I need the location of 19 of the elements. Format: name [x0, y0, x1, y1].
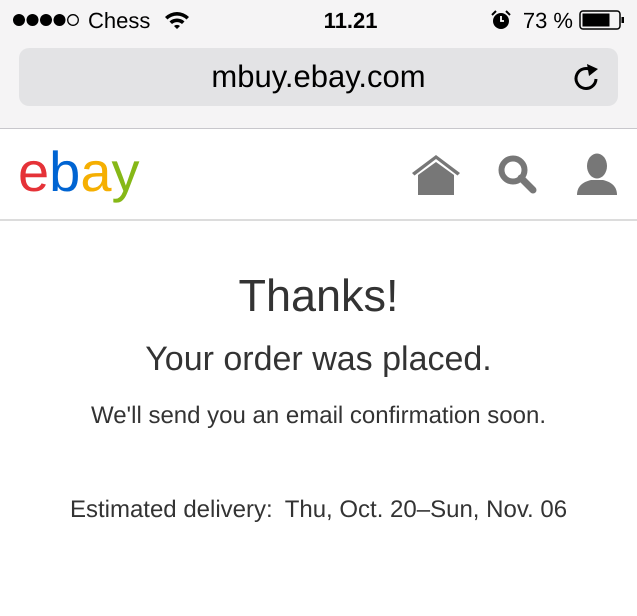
thanks-heading: Thanks! — [238, 273, 399, 318]
address-bar[interactable]: mbuy.ebay.com — [19, 48, 618, 106]
order-placed-text: Your order was placed. — [145, 342, 492, 376]
alarm-clock-icon — [490, 10, 511, 30]
wifi-icon — [164, 10, 190, 30]
ebay-logo[interactable]: ebay — [18, 140, 140, 208]
carrier-name: Chess — [88, 6, 150, 34]
signal-icon — [12, 13, 80, 27]
reload-icon[interactable] — [572, 62, 600, 92]
search-icon[interactable] — [497, 154, 537, 194]
email-notice: We'll send you an email confirmation soon. — [90, 404, 546, 428]
home-icon[interactable] — [411, 153, 461, 195]
user-icon[interactable] — [577, 153, 617, 195]
delivery-label: Estimated delivery: — [70, 498, 273, 522]
battery-percent: 73 % — [522, 6, 573, 34]
url-text: mbuy.ebay.com — [211, 58, 426, 96]
status-time: 11.21 — [324, 6, 378, 34]
battery-icon — [579, 10, 625, 30]
delivery-dates: Thu, Oct. 20–Sun, Nov. 06 — [284, 498, 568, 522]
